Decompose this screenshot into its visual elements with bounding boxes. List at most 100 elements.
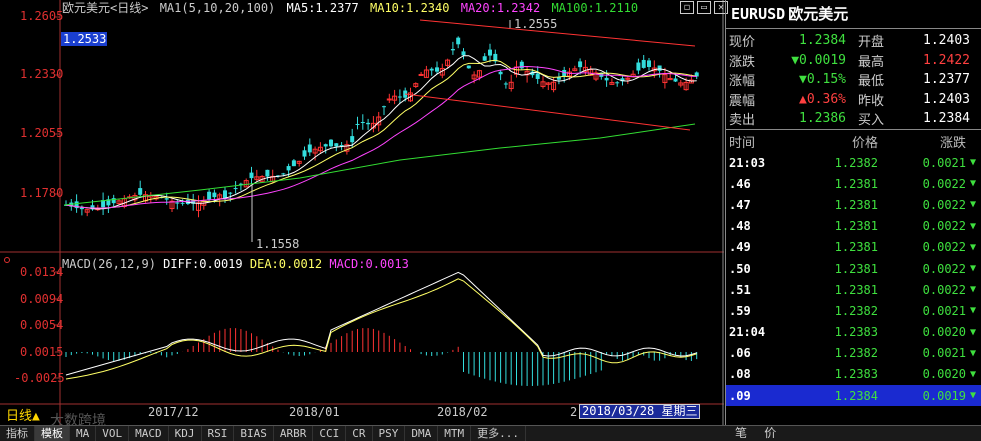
quote-row: 涨幅 ▼0.15% 最低 1.2377	[726, 70, 981, 90]
kline-chart[interactable]: 1.2555 1.1558	[0, 0, 724, 425]
tick-time: .49	[729, 240, 751, 255]
quote-value: 1.2386	[799, 111, 846, 127]
tick-time: .09	[729, 388, 751, 403]
tick-time: .06	[729, 346, 751, 361]
tick-time: .51	[729, 282, 751, 297]
macd-tick: -0.0025	[14, 371, 65, 385]
tick-price: 1.2382	[834, 155, 878, 170]
tick-row[interactable]: .09 1.2384 0.0019 ▼	[726, 385, 981, 407]
tick-row[interactable]: .48 1.2381 0.0022 ▼	[726, 216, 981, 237]
indicator-tab[interactable]: PSY	[373, 426, 406, 441]
tick-change: 0.0022	[922, 261, 966, 276]
cursor-date: 2018/03/28 星期三	[579, 404, 701, 419]
indicator-tab[interactable]: MA	[70, 426, 97, 441]
price-tick: 1.2330	[20, 67, 64, 81]
symbol-header: EURUSD 欧元美元	[726, 0, 981, 29]
down-arrow-icon: ▼	[969, 284, 977, 296]
tick-row[interactable]: .50 1.2381 0.0022 ▼	[726, 258, 981, 279]
tick-time: .59	[729, 303, 751, 318]
ma20-value: MA20:1.2342	[460, 1, 541, 15]
tick-header-price: 价格	[851, 135, 878, 151]
tick-row[interactable]: .47 1.2381 0.0022 ▼	[726, 194, 981, 215]
down-arrow-icon: ▼	[969, 263, 977, 275]
tick-row[interactable]: 21:03 1.2382 0.0021 ▼	[726, 152, 981, 173]
tick-change: 0.0022	[922, 240, 966, 255]
quote-label: 最高	[858, 54, 885, 70]
tick-list: 21:03 1.2382 0.0021 ▼ .46 1.2381 0.0022 ▼ .47 1.2…	[726, 152, 981, 407]
tick-time: .08	[729, 367, 751, 382]
indicator-tab[interactable]: RSI	[202, 426, 235, 441]
down-arrow-icon: ▼	[969, 199, 977, 211]
quote-label: 最低	[858, 74, 885, 90]
indicator-tab[interactable]: VOL	[96, 426, 130, 441]
side-footer-right[interactable]: 价	[754, 426, 776, 440]
quote-value: 1.2384	[923, 111, 970, 127]
side-footer-left[interactable]: 笔	[725, 426, 747, 440]
high-annotation: 1.2555	[514, 17, 557, 31]
indicator-tab[interactable]: 更多...	[471, 426, 526, 441]
tick-change: 0.0021	[922, 303, 966, 318]
side-footer: 笔 价	[725, 425, 981, 441]
tick-header: 时间 价格 涨跌	[726, 130, 981, 152]
tick-change: 0.0021	[922, 155, 966, 170]
symbol-code: EURUSD	[731, 5, 786, 23]
price-tick: 1.2605	[20, 9, 64, 23]
tick-change: 0.0022	[922, 197, 966, 212]
tick-price: 1.2382	[834, 346, 878, 361]
quote-value: 1.2403	[923, 91, 970, 107]
tick-row[interactable]: .06 1.2382 0.0021 ▼	[726, 343, 981, 364]
tick-price: 1.2381	[834, 261, 878, 276]
indicator-tab[interactable]: 模板	[35, 426, 70, 441]
down-arrow-icon: ▼	[969, 220, 977, 232]
indicator-tab[interactable]: ARBR	[274, 426, 314, 441]
macd-header: MACD(26,12,9) DIFF:0.0019 DEA:0.0012 MAC…	[62, 257, 409, 271]
quote-label: 买入	[858, 113, 885, 129]
tick-price: 1.2381	[834, 197, 878, 212]
tick-price: 1.2383	[834, 325, 878, 340]
tick-price: 1.2383	[834, 367, 878, 382]
quote-value: 1.2422	[923, 52, 970, 68]
indicator-tab[interactable]: KDJ	[169, 426, 202, 441]
tick-row[interactable]: .46 1.2381 0.0022 ▼	[726, 173, 981, 194]
tick-row[interactable]: 21:04 1.2383 0.0020 ▼	[726, 322, 981, 343]
tick-time: .47	[729, 197, 751, 212]
indicator-tab[interactable]: CCI	[313, 426, 347, 441]
quote-label: 现价	[729, 35, 756, 51]
macd-dea: DEA:0.0012	[249, 257, 323, 271]
time-tick: 2017/12	[148, 405, 199, 419]
restore-icon[interactable]: ◻	[680, 1, 694, 14]
indicator-tab[interactable]: DMA	[405, 426, 439, 441]
minimize-icon[interactable]: ▭	[697, 1, 711, 14]
indicator-tab[interactable]: BIAS	[234, 426, 274, 441]
indicator-tab[interactable]: MACD	[129, 426, 169, 441]
indicator-tab[interactable]: MTM	[438, 426, 472, 441]
tick-header-time: 时间	[729, 135, 756, 151]
tick-row[interactable]: .49 1.2381 0.0022 ▼	[726, 237, 981, 258]
period-label[interactable]: 日线▲	[6, 405, 40, 424]
chart-title: 欧元美元<日线>	[62, 1, 149, 15]
price-tick: 1.1780	[20, 186, 64, 200]
macd-params: MACD(26,12,9)	[62, 257, 156, 271]
indicator-tab[interactable]: CR	[346, 426, 373, 441]
quote-label: 涨跌	[729, 54, 756, 70]
quote-row: 涨跌 ▼0.0019 最高 1.2422	[726, 51, 981, 71]
tick-row[interactable]: .51 1.2381 0.0022 ▼	[726, 279, 981, 300]
tick-row[interactable]: .08 1.2383 0.0020 ▼	[726, 364, 981, 385]
indicator-tab[interactable]: 指标	[0, 426, 35, 441]
down-arrow-icon: ▼	[969, 347, 977, 359]
tick-time: 21:03	[729, 155, 766, 170]
tick-price: 1.2382	[834, 303, 878, 318]
quote-row: 现价 1.2384 开盘 1.2403	[726, 31, 981, 51]
down-arrow-icon: ▼	[969, 390, 977, 402]
chart-area[interactable]: 1.2555 1.1558 欧元美元<日线> MA1(5,10,20,100) M…	[0, 0, 728, 429]
tick-change: 0.0022	[922, 219, 966, 234]
tick-change: 0.0020	[922, 367, 966, 382]
tick-row[interactable]: .59 1.2382 0.0021 ▼	[726, 300, 981, 321]
quote-row: 震幅 ▲0.36% 昨收 1.2403	[726, 90, 981, 110]
quote-label: 昨收	[858, 93, 885, 109]
low-annotation: 1.1558	[256, 237, 299, 251]
tick-change: 0.0020	[922, 325, 966, 340]
macd-value: MACD:0.0013	[329, 257, 409, 271]
tick-price: 1.2381	[834, 282, 878, 297]
quote-value: ▲0.36%	[799, 91, 846, 107]
